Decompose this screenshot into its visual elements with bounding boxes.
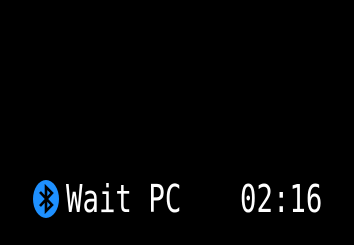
- connection-status-text: Wait PC: [66, 177, 182, 221]
- clock-text: 02:16: [240, 177, 323, 221]
- bluetooth-icon: [33, 180, 59, 218]
- status-bar: Wait PC 02:16: [0, 170, 354, 245]
- lcd-screen: Wait PC 02:16: [0, 0, 354, 245]
